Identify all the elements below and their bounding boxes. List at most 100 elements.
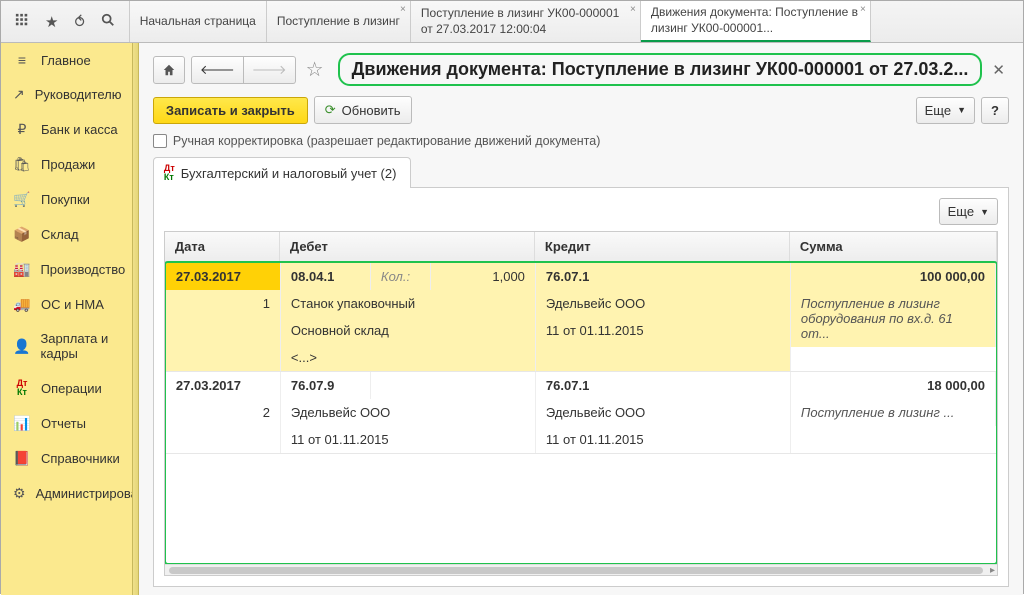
cell-qty: 1,000: [431, 263, 536, 290]
close-icon[interactable]: ✕: [988, 61, 1009, 79]
cell-credit-acc: 76.07.1: [536, 372, 791, 399]
sidebar-item-purchases[interactable]: 🛒Покупки: [1, 182, 132, 217]
search-icon[interactable]: [101, 13, 115, 31]
close-icon[interactable]: ×: [400, 4, 406, 15]
col-header-sum[interactable]: Сумма: [790, 232, 997, 261]
admin-icon: ⚙: [13, 485, 26, 502]
tab-accounting-label: Бухгалтерский и налоговый учет (2): [181, 166, 397, 181]
sidebar-item-label: Отчеты: [41, 416, 86, 431]
chevron-down-icon: ▼: [957, 105, 966, 115]
h-scrollbar[interactable]: ▸: [165, 564, 997, 575]
tab-label: Поступление в лизинг УК00-000001 от 27.0…: [421, 6, 630, 37]
main-icon: ≡: [13, 52, 31, 68]
forward-button[interactable]: 🡒: [244, 56, 296, 84]
page-title: Движения документа: Поступление в лизинг…: [338, 53, 983, 86]
sidebar-item-main[interactable]: ≡ Главное: [1, 43, 132, 77]
back-button[interactable]: 🡐: [191, 56, 244, 84]
cell-comment: Поступление в лизинг оборудования по вх.…: [791, 290, 996, 347]
sidebar-item-admin[interactable]: ⚙Администрирование: [1, 476, 132, 511]
more-label: Еще: [925, 103, 951, 118]
cell-credit-l2: Эдельвейс ООО: [536, 399, 791, 426]
payroll-icon: 👤: [13, 338, 30, 355]
apps-icon[interactable]: [15, 13, 29, 31]
sidebar-item-manager[interactable]: ↗ Руководителю: [1, 77, 132, 112]
production-icon: 🏭: [13, 261, 30, 278]
cell-date: 27.03.2017: [166, 372, 281, 399]
tab-accounting[interactable]: ДтКт Бухгалтерский и налоговый учет (2): [153, 157, 412, 188]
grid-more-button[interactable]: Еще ▼: [939, 198, 998, 225]
grid-more-label: Еще: [948, 204, 974, 219]
link-icon[interactable]: ⥀: [74, 13, 84, 31]
tab-2[interactable]: Поступление в лизинг УК00-000001 от 27.0…: [411, 1, 641, 42]
more-button[interactable]: Еще ▼: [916, 97, 975, 124]
cell-credit-l2: Эдельвейс ООО: [536, 290, 791, 317]
cell-debit-l2: Эдельвейс ООО: [281, 399, 536, 426]
cell-n: 1: [166, 290, 281, 317]
cell-debit-l3: Основной склад: [281, 317, 536, 344]
tab-3[interactable]: Движения документа: Поступление в лизинг…: [641, 1, 871, 42]
col-header-debit[interactable]: Дебет: [280, 232, 535, 261]
bank-icon: ₽: [13, 121, 31, 138]
cell-sum: 18 000,00: [791, 372, 996, 399]
cell-debit-l4: <...>: [281, 344, 536, 371]
chevron-down-icon: ▼: [980, 207, 989, 217]
home-button[interactable]: [153, 56, 185, 84]
sidebar-item-label: Покупки: [41, 192, 90, 207]
sidebar-item-assets[interactable]: 🚚 ОС и НМА: [1, 287, 132, 322]
sidebar-item-reports[interactable]: 📊 Отчеты: [1, 406, 132, 441]
tab-label: Движения документа: Поступление в лизинг…: [651, 5, 860, 36]
sidebar-item-label: Зарплата и кадры: [40, 331, 119, 361]
manual-edit-label: Ручная корректировка (разрешает редактир…: [173, 134, 600, 148]
refresh-button[interactable]: ⟳ Обновить: [314, 96, 412, 124]
assets-icon: 🚚: [13, 296, 31, 313]
sidebar-item-bank[interactable]: ₽ Банк и касса: [1, 112, 132, 147]
cell-qty-label: Кол.:: [371, 263, 431, 290]
refs-icon: 📕: [13, 450, 31, 467]
sidebar-item-label: Операции: [41, 381, 102, 396]
sidebar-item-label: ОС и НМА: [41, 297, 104, 312]
cell-debit-l2: Станок упаковочный: [281, 290, 536, 317]
cell-debit-l3: 11 от 01.11.2015: [281, 426, 536, 453]
cell-credit-acc: 76.07.1: [536, 263, 791, 290]
sidebar-item-operations[interactable]: ДтКт Операции: [1, 370, 132, 406]
sidebar-item-sales[interactable]: 🛍Продажи: [1, 147, 132, 182]
manual-edit-checkbox[interactable]: [153, 134, 167, 148]
reports-icon: 📊: [13, 415, 31, 432]
table-row[interactable]: 27.03.20172 76.07.9 Эдельвейс ООО11 от 0…: [166, 372, 996, 454]
tab-0[interactable]: Начальная страница: [130, 1, 267, 42]
sidebar-item-refs[interactable]: 📕 Справочники: [1, 441, 132, 476]
sidebar-item-label: Банк и касса: [41, 122, 118, 137]
sidebar-item-label: Производство: [40, 262, 125, 277]
refresh-label: Обновить: [342, 103, 401, 118]
sidebar-item-label: Справочники: [41, 451, 120, 466]
cell-n: 2: [166, 399, 281, 426]
close-icon[interactable]: ×: [630, 4, 636, 15]
sidebar-item-warehouse[interactable]: 📦 Склад: [1, 217, 132, 252]
warehouse-icon: 📦: [13, 226, 31, 243]
sidebar-item-payroll[interactable]: 👤 Зарплата и кадры: [1, 322, 132, 370]
cell-sum: 100 000,00: [791, 263, 996, 290]
sidebar-item-label: Склад: [41, 227, 79, 242]
col-header-credit[interactable]: Кредит: [535, 232, 790, 261]
operations-icon: ДтКт: [13, 379, 31, 397]
tab-1[interactable]: Поступление в лизинг×: [267, 1, 411, 42]
tab-label: Начальная страница: [140, 14, 256, 30]
cell-debit-acc: 76.07.9: [281, 372, 371, 399]
save-close-button[interactable]: Записать и закрыть: [153, 97, 308, 124]
cell-credit-l3: 11 от 01.11.2015: [536, 426, 791, 453]
table-row[interactable]: 27.03.20171 08.04.1Кол.:1,000Станок упак…: [166, 263, 996, 372]
dk-icon: ДтКт: [164, 164, 175, 182]
sidebar-item-production[interactable]: 🏭 Производство: [1, 252, 132, 287]
sidebar-item-label: Руководителю: [35, 87, 122, 102]
sidebar-item-label: Главное: [41, 53, 91, 68]
help-button[interactable]: ?: [981, 97, 1009, 124]
close-icon[interactable]: ×: [860, 4, 866, 15]
star-icon[interactable]: ★: [45, 13, 58, 31]
favorite-icon[interactable]: ☆: [306, 57, 324, 82]
refresh-icon: ⟳: [325, 102, 336, 118]
manager-icon: ↗: [13, 86, 25, 103]
cell-credit-l3: 11 от 01.11.2015: [536, 317, 791, 344]
col-header-date[interactable]: Дата: [165, 232, 280, 261]
tab-label: Поступление в лизинг: [277, 14, 400, 30]
entries-grid: Дата Дебет Кредит Сумма 27.03.20171 08.0…: [164, 231, 998, 576]
